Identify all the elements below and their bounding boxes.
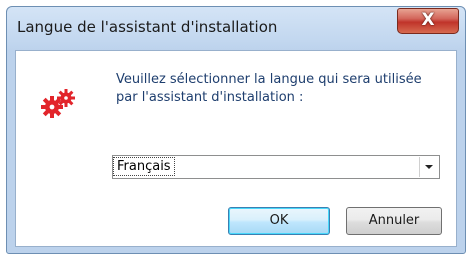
chevron-down-icon[interactable]: [419, 157, 438, 177]
cancel-button[interactable]: Annuler: [346, 207, 442, 235]
language-select-value: Français: [113, 157, 175, 176]
window-title: Langue de l'assistant d'installation: [17, 18, 278, 36]
language-select[interactable]: Français: [112, 155, 440, 179]
instruction-line-1: Veuillez sélectionner la langue qui sera…: [116, 72, 422, 87]
instruction-text: Veuillez sélectionner la langue qui sera…: [116, 71, 456, 107]
instruction-line-2: par l'assistant d'installation :: [116, 90, 304, 105]
dialog-body: Veuillez sélectionner la langue qui sera…: [15, 50, 457, 247]
ok-button[interactable]: OK: [228, 207, 330, 235]
title-bar[interactable]: Langue de l'assistant d'installation X: [7, 7, 465, 49]
gear-icon: [41, 89, 75, 118]
close-icon: X: [421, 10, 435, 30]
close-button[interactable]: X: [397, 8, 459, 34]
installer-language-dialog: Langue de l'assistant d'installation X V…: [6, 6, 466, 254]
